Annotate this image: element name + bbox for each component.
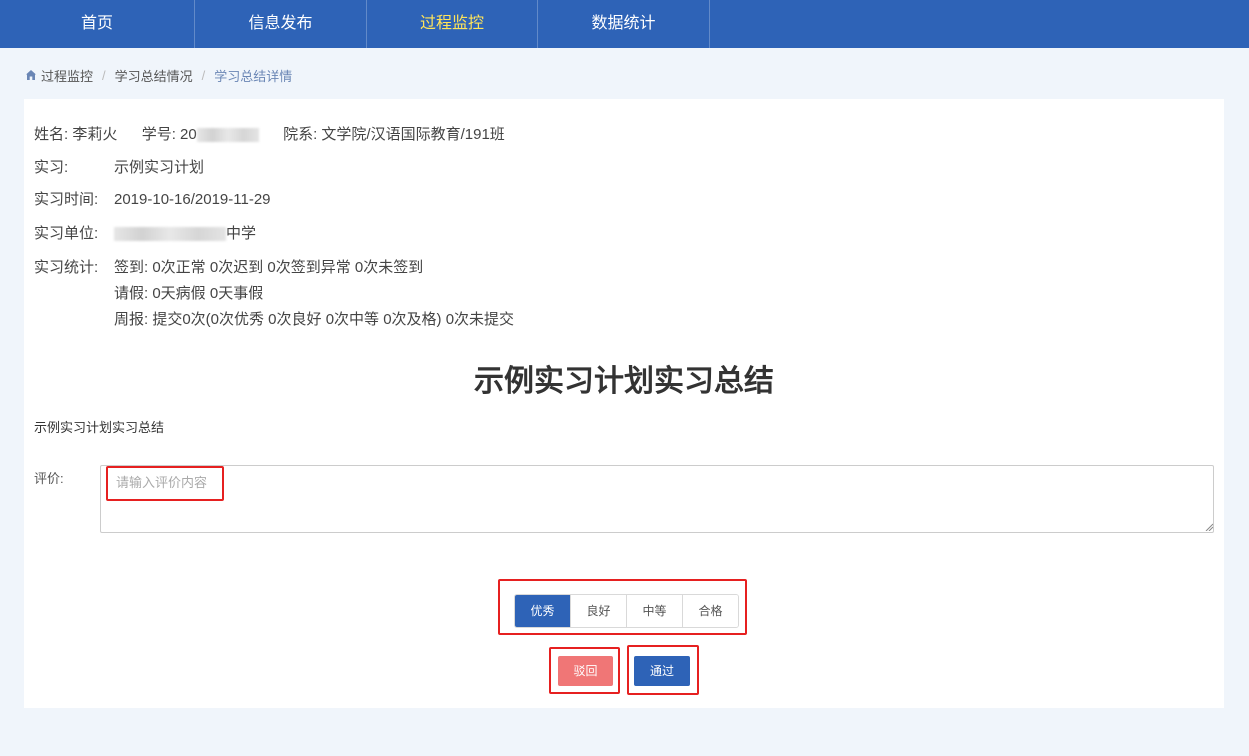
- student-info-row: 姓名: 李莉火 学号: 20 院系: 文学院/汉语国际教育/191班: [34, 123, 505, 144]
- summary-detail-card: 姓名: 李莉火 学号: 20 院系: 文学院/汉语国际教育/191班 实习: 示例…: [24, 99, 1224, 708]
- stats-label: 实习统计:: [34, 259, 99, 276]
- evaluation-label: 评价:: [34, 471, 64, 486]
- unit-label: 实习单位:: [34, 225, 99, 242]
- plan-value: 示例实习计划: [114, 159, 205, 176]
- student-id: 20: [180, 126, 197, 143]
- time-row: 实习时间: 2019-10-16/2019-11-29: [34, 188, 271, 209]
- highlight-box-evaluation: [106, 466, 224, 501]
- summary-title: 示例实习计划实习总结: [474, 365, 774, 398]
- department: 文学院/汉语国际教育/191班: [321, 126, 505, 143]
- unit-row: 实习单位: 中学: [34, 222, 256, 243]
- breadcrumb-item-process-monitor[interactable]: 过程监控: [41, 66, 93, 85]
- redacted-student-id: [196, 128, 259, 143]
- student-id-label: 学号:: [141, 126, 176, 143]
- nav-item-home[interactable]: 首页: [0, 0, 195, 48]
- name-label: 姓名:: [34, 126, 69, 143]
- evaluation-input[interactable]: [100, 465, 1214, 533]
- highlight-box-reject: [549, 647, 620, 694]
- time-label: 实习时间:: [34, 191, 99, 208]
- redacted-unit-name: [114, 227, 226, 242]
- stats-weekly-row: 周报: 提交0次(0次优秀 0次良好 0次中等 0次及格) 0次未提交: [114, 308, 514, 329]
- summary-content: 示例实习计划实习总结: [34, 420, 165, 435]
- breadcrumb: 过程监控 / 学习总结情况 / 学习总结详情: [25, 66, 292, 84]
- stats-weekly: 周报: 提交0次(0次优秀 0次良好 0次中等 0次及格) 0次未提交: [114, 311, 515, 328]
- student-name: 李莉火: [72, 126, 118, 143]
- breadcrumb-separator: /: [102, 67, 106, 83]
- stats-leave: 请假: 0天病假 0天事假: [114, 285, 264, 302]
- resize-grip-icon[interactable]: [1205, 523, 1213, 531]
- stats-signin: 签到: 0次正常 0次迟到 0次签到异常 0次未签到: [114, 259, 424, 276]
- breadcrumb-separator: /: [201, 67, 206, 83]
- nav-item-data-stats[interactable]: 数据统计: [538, 0, 710, 48]
- plan-label: 实习:: [34, 159, 69, 176]
- stats-leave-row: 请假: 0天病假 0天事假: [114, 282, 263, 303]
- unit-suffix: 中学: [226, 225, 257, 242]
- nav-item-process-monitor[interactable]: 过程监控: [367, 0, 538, 48]
- nav-item-info-publish[interactable]: 信息发布: [195, 0, 367, 48]
- department-label: 院系:: [283, 126, 318, 143]
- stats-row: 实习统计: 签到: 0次正常 0次迟到 0次签到异常 0次未签到: [34, 256, 423, 277]
- breadcrumb-item-current: 学习总结详情: [214, 68, 293, 84]
- plan-row: 实习: 示例实习计划: [34, 156, 204, 177]
- highlight-box-grades: [498, 579, 747, 635]
- highlight-box-pass: [627, 645, 699, 695]
- breadcrumb-item-summary-list[interactable]: 学习总结情况: [115, 66, 193, 85]
- time-value: 2019-10-16/2019-11-29: [114, 191, 271, 208]
- home-icon: [26, 70, 36, 80]
- top-nav: 首页 信息发布 过程监控 数据统计: [0, 0, 1249, 48]
